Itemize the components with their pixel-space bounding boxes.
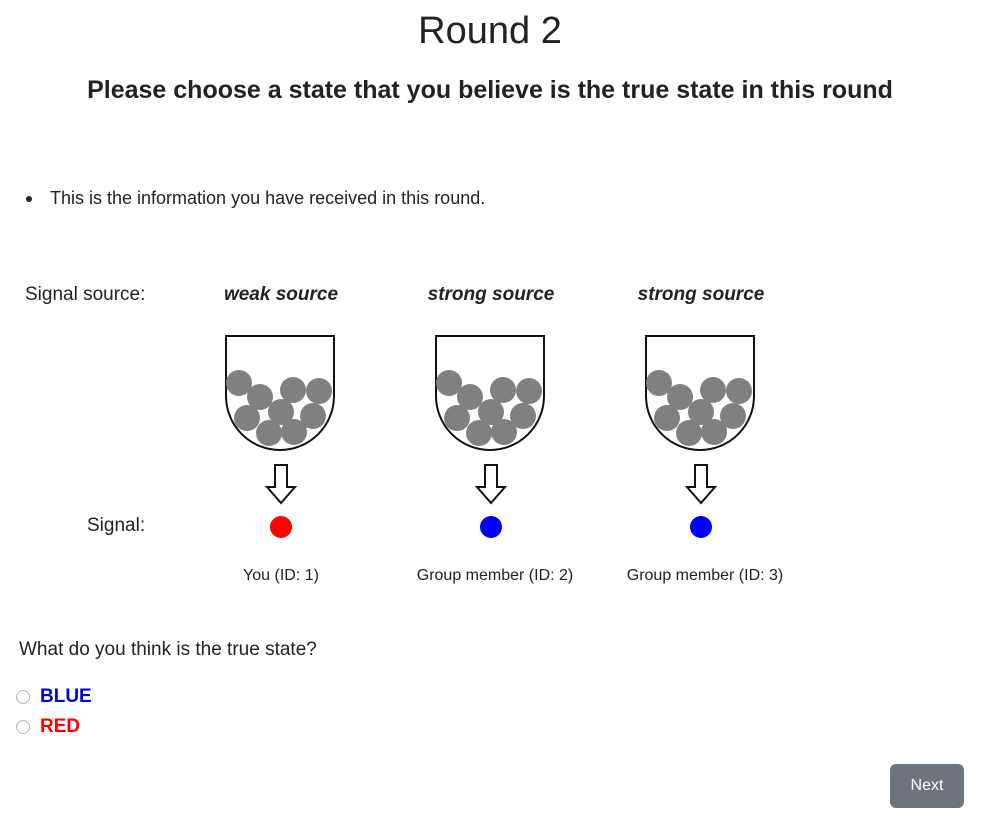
option-label-blue: BLUE xyxy=(40,686,92,707)
radio-button-blue[interactable] xyxy=(16,690,30,704)
signal-dot-blue xyxy=(480,516,502,538)
source-strength-label: strong source xyxy=(427,284,555,305)
info-item: This is the information you have receive… xyxy=(26,188,485,209)
source-strength-label: strong source xyxy=(637,284,765,305)
option-red[interactable]: RED xyxy=(16,716,80,738)
down-arrow-icon xyxy=(265,464,297,505)
member-label: Group member (ID: 3) xyxy=(626,567,784,584)
member-label: Group member (ID: 2) xyxy=(416,567,574,584)
page: Round 2 Please choose a state that you b… xyxy=(0,0,990,829)
signal-dot-red xyxy=(270,516,292,538)
info-text: This is the information you have receive… xyxy=(50,188,486,208)
option-blue[interactable]: BLUE xyxy=(16,686,92,708)
page-subtitle: Please choose a state that you believe i… xyxy=(87,76,893,104)
urn-icon xyxy=(645,335,755,451)
signal-dot-blue xyxy=(690,516,712,538)
signal-source-label: Signal source: xyxy=(25,284,146,305)
next-button[interactable]: Next xyxy=(890,764,964,808)
member-label: You (ID: 1) xyxy=(243,567,319,584)
down-arrow-icon xyxy=(685,464,717,505)
option-label-red: RED xyxy=(40,716,81,737)
question-text: What do you think is the true state? xyxy=(19,639,317,660)
bullet-icon xyxy=(26,195,32,202)
signal-label: Signal: xyxy=(87,515,146,536)
page-title: Round 2 xyxy=(418,10,562,52)
source-strength-label: weak source xyxy=(223,284,339,305)
urn-icon xyxy=(435,335,545,451)
info-list: This is the information you have receive… xyxy=(26,188,485,209)
radio-button-red[interactable] xyxy=(16,720,30,734)
down-arrow-icon xyxy=(475,464,507,505)
urn-icon xyxy=(225,335,335,451)
